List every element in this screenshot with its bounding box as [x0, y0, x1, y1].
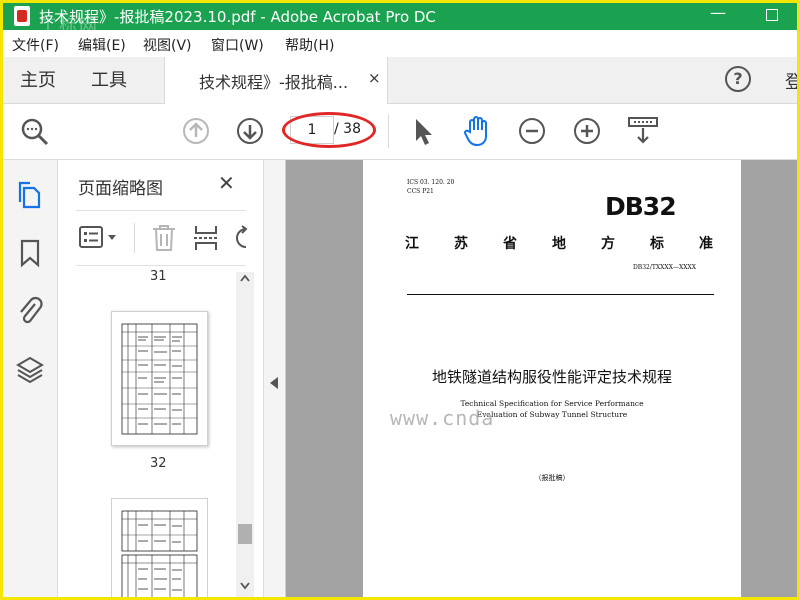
- heading-char: 地: [552, 236, 566, 252]
- standard-logo: DB32: [605, 192, 677, 221]
- thumbnail-table-graphic: [121, 323, 198, 435]
- heading-char: 苏: [454, 236, 468, 252]
- thumbnail-table-graphic: [121, 510, 198, 599]
- previous-page-icon[interactable]: [182, 117, 210, 145]
- panel-toolbar-divider: [134, 223, 135, 253]
- scroll-down-icon[interactable]: [240, 582, 250, 590]
- red-highlight-annotation: [282, 112, 376, 148]
- heading-char: 方: [601, 236, 615, 252]
- toolbar: 1 / 38: [3, 104, 797, 160]
- title-bar: 技术规程》-报批稿2023.10.pdf - Adobe Acrobat Pro…: [3, 3, 797, 37]
- menu-help[interactable]: 帮助(H): [285, 35, 334, 55]
- menu-window[interactable]: 窗口(W): [211, 35, 264, 55]
- search-icon[interactable]: [20, 117, 50, 147]
- menu-view[interactable]: 视图(V): [143, 35, 192, 55]
- draft-note: （报批稿）: [534, 474, 570, 482]
- close-panel-icon[interactable]: ✕: [218, 171, 235, 195]
- thumbnail-label-31: 31: [150, 269, 167, 284]
- tab-bar: 主页 工具 技术规程》-报批稿... × ? 登: [3, 57, 800, 104]
- thumbnail-scrollbar[interactable]: [236, 272, 254, 597]
- hand-tool-icon[interactable]: [462, 114, 494, 148]
- rotate-page-icon[interactable]: [232, 225, 248, 251]
- delete-page-icon[interactable]: [150, 223, 178, 253]
- zoom-in-icon[interactable]: [573, 117, 601, 145]
- panel-toolbar: [76, 210, 248, 266]
- province-standard-heading: 江 苏 省 地 方 标 准: [405, 233, 713, 253]
- collapse-arrow-icon: [270, 377, 278, 389]
- tab-document[interactable]: 技术规程》-报批稿... ×: [164, 57, 388, 104]
- ics-code: ICS 03. 120. 20 CCS P21: [407, 178, 454, 196]
- sign-in-link[interactable]: 登: [785, 68, 800, 94]
- panel-title: 页面缩略图: [78, 179, 163, 199]
- zoom-out-icon[interactable]: [518, 117, 546, 145]
- tab-tools[interactable]: 工具: [91, 66, 127, 92]
- tab-home[interactable]: 主页: [20, 66, 56, 92]
- scroll-up-icon[interactable]: [240, 274, 250, 282]
- page-thumbnail-33[interactable]: [111, 498, 208, 599]
- standard-number: DB32/TXXXX—XXXX: [633, 264, 697, 271]
- heading-char: 江: [405, 236, 419, 252]
- next-page-icon[interactable]: [236, 117, 264, 145]
- collapse-panel-button[interactable]: [264, 160, 286, 597]
- minimize-icon[interactable]: —: [709, 5, 727, 24]
- menu-file[interactable]: 文件(F): [12, 35, 59, 55]
- left-navigation-rail: [3, 160, 58, 597]
- ics-line: ICS 03. 120. 20: [407, 179, 455, 186]
- menu-edit[interactable]: 编辑(E): [78, 35, 126, 55]
- scrollbar-thumb[interactable]: [238, 524, 252, 544]
- pdf-page: ICS 03. 120. 20 CCS P21 DB32 江 苏 省 地 方 标…: [363, 160, 741, 597]
- close-tab-icon[interactable]: ×: [368, 69, 381, 87]
- maximize-icon[interactable]: [766, 9, 778, 21]
- header-divider: [407, 294, 714, 295]
- help-icon[interactable]: ?: [725, 66, 751, 92]
- page-thumbnails-icon[interactable]: [16, 180, 44, 210]
- heading-char: 准: [699, 236, 713, 252]
- watermark-url: www.cnda: [390, 406, 495, 430]
- document-viewer[interactable]: ICS 03. 120. 20 CCS P21 DB32 江 苏 省 地 方 标…: [264, 160, 797, 597]
- page-view-icon[interactable]: [627, 115, 659, 147]
- bookmarks-icon[interactable]: [16, 238, 44, 268]
- heading-char: 标: [650, 236, 664, 252]
- heading-char: 省: [503, 236, 517, 252]
- split-page-icon[interactable]: [192, 223, 220, 253]
- select-cursor-icon[interactable]: [412, 117, 434, 147]
- toolbar-divider: [388, 114, 389, 148]
- thumbnail-options-icon[interactable]: [78, 225, 120, 251]
- document-title-chinese: 地铁隧道结构服役性能评定技术规程: [431, 368, 672, 386]
- page-thumbnails-panel: 页面缩略图 ✕ 31 32: [58, 160, 264, 599]
- ccs-line: CCS P21: [407, 188, 434, 195]
- menu-bar: 文件(F) 编辑(E) 视图(V) 窗口(W) 帮助(H): [3, 30, 797, 57]
- page-thumbnail-32[interactable]: [111, 311, 208, 446]
- layers-icon[interactable]: [16, 355, 44, 385]
- attachments-icon[interactable]: [16, 295, 44, 327]
- acrobat-app-icon: [14, 6, 30, 26]
- thumbnail-label-32: 32: [150, 456, 167, 471]
- tab-document-label: 技术规程》-报批稿...: [199, 73, 349, 92]
